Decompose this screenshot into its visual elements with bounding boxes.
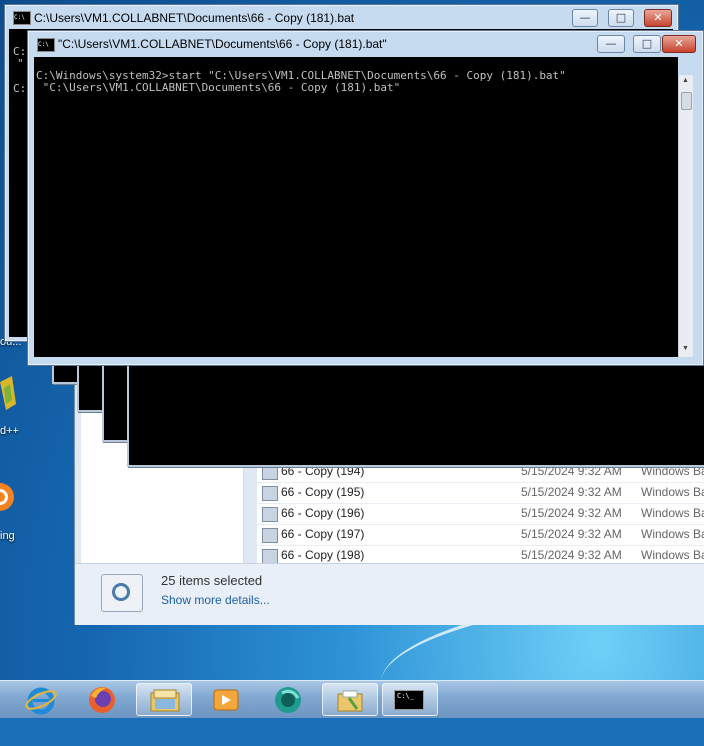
file-date: 5/15/2024 9:32 AM [521, 506, 622, 520]
vertical-scrollbar[interactable]: ▲ ▼ [678, 75, 693, 357]
gear-icon [112, 583, 130, 601]
title-bar[interactable]: C:\ C:\Users\VM1.COLLABNET\Documents\66 … [5, 5, 678, 29]
close-button[interactable]: ✕ [662, 35, 696, 53]
scroll-thumb[interactable] [681, 92, 692, 110]
console-line: " [17, 57, 24, 70]
console-line: C: [13, 82, 27, 95]
desktop: ou... d++ ing 66 - Copy (194) 5/15/2024 … [0, 0, 704, 746]
app-icon[interactable] [272, 684, 304, 716]
minimize-button[interactable]: — [597, 35, 625, 53]
file-row[interactable]: 66 - Copy (196) 5/15/2024 9:32 AM Window… [257, 503, 704, 524]
file-explorer-icon [150, 689, 180, 712]
file-row[interactable]: 66 - Copy (197) 5/15/2024 9:32 AM Window… [257, 524, 704, 545]
app-shortcut-icon[interactable] [0, 478, 16, 516]
file-name: 66 - Copy (197) [281, 527, 365, 541]
command-prompt-icon: C:\ [37, 38, 55, 52]
file-row[interactable]: 66 - Copy (195) 5/15/2024 9:32 AM Window… [257, 482, 704, 503]
notepad-plus-plus-icon[interactable] [0, 374, 18, 414]
title-bar[interactable]: C:\ "C:\Users\VM1.COLLABNET\Documents\66… [28, 31, 703, 55]
folder-taskbar-button[interactable] [322, 683, 378, 716]
window-title: C:\Users\VM1.COLLABNET\Documents\66 - Co… [34, 11, 355, 25]
batch-files-icon [101, 574, 143, 612]
file-type: Windows Ba [641, 548, 704, 562]
details-pane: 25 items selected Show more details... [75, 563, 704, 625]
file-explorer-taskbar-button[interactable] [136, 683, 192, 716]
close-button[interactable]: ✕ [644, 9, 672, 27]
taskbar: C:\_ [0, 680, 704, 718]
console-output[interactable]: C:\Windows\system32>start "C:\Users\VM1.… [34, 57, 678, 357]
desktop-icon-label[interactable]: d++ [0, 425, 19, 437]
scroll-down-arrow[interactable]: ▼ [682, 345, 689, 352]
file-type: Windows Ba [641, 506, 704, 520]
maximize-button[interactable]: □ [608, 9, 634, 27]
media-player-icon[interactable] [211, 685, 241, 715]
command-prompt-icon: C:\ [13, 11, 31, 25]
batch-file-icon [262, 528, 278, 543]
file-date: 5/15/2024 9:32 AM [521, 485, 622, 499]
internet-explorer-icon[interactable] [24, 684, 58, 716]
file-name: 66 - Copy (198) [281, 548, 365, 562]
firefox-icon[interactable] [86, 684, 118, 716]
window-title: "C:\Users\VM1.COLLABNET\Documents\66 - C… [58, 37, 387, 51]
file-list[interactable]: 66 - Copy (194) 5/15/2024 9:32 AM Window… [257, 461, 704, 564]
show-more-details-link[interactable]: Show more details... [161, 593, 270, 607]
command-prompt-icon: C:\_ [394, 690, 424, 710]
command-prompt-taskbar-button[interactable]: C:\_ [382, 683, 438, 716]
file-date: 5/15/2024 9:32 AM [521, 548, 622, 562]
desktop-icon-label[interactable]: ing [0, 530, 15, 542]
selection-count: 25 items selected [161, 573, 263, 588]
file-name: 66 - Copy (196) [281, 506, 365, 520]
console-window-front[interactable]: C:\ "C:\Users\VM1.COLLABNET\Documents\66… [27, 30, 704, 366]
maximize-button[interactable]: □ [633, 35, 661, 53]
folder-icon [337, 690, 363, 712]
file-name: 66 - Copy (195) [281, 485, 365, 499]
console-line: "C:\Users\VM1.COLLABNET\Documents\66 - C… [36, 81, 401, 94]
batch-file-icon [262, 486, 278, 501]
file-type: Windows Ba [641, 485, 704, 499]
scroll-up-arrow[interactable]: ▲ [682, 77, 689, 84]
minimize-button[interactable]: — [572, 9, 598, 27]
batch-file-icon [262, 465, 278, 480]
batch-file-icon [262, 507, 278, 522]
file-date: 5/15/2024 9:32 AM [521, 527, 622, 541]
file-type: Windows Ba [641, 527, 704, 541]
batch-file-icon [262, 549, 278, 564]
